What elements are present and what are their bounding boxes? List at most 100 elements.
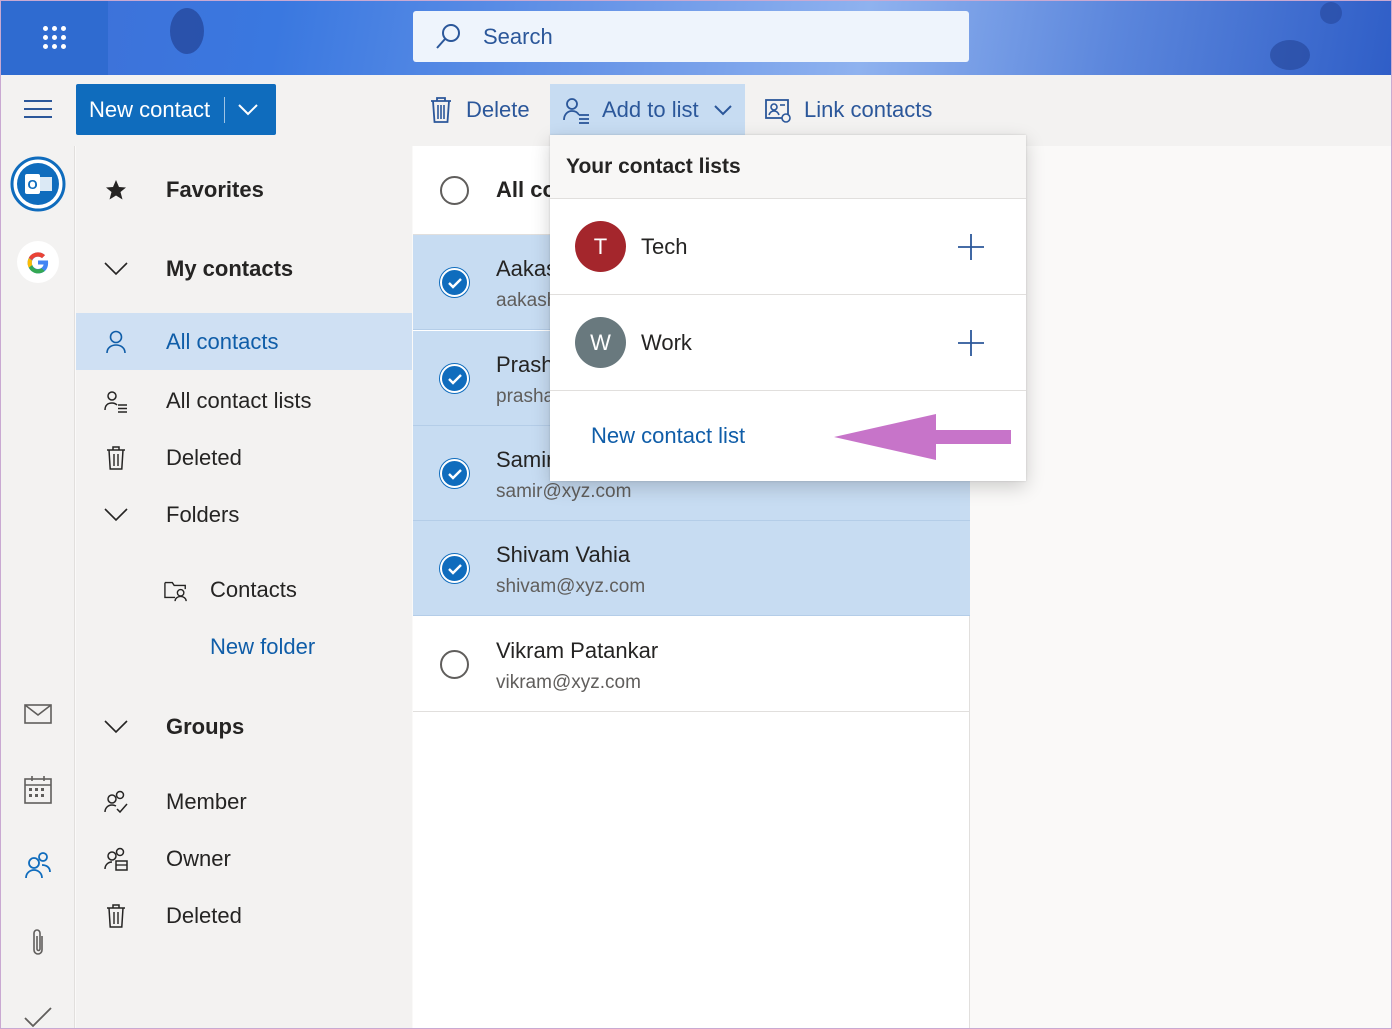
split-divider xyxy=(224,96,226,123)
calendar-icon xyxy=(23,776,52,804)
todo-module-button[interactable] xyxy=(0,1004,75,1028)
list-header-title: All co xyxy=(496,177,556,202)
contacts-folder-icon xyxy=(164,578,188,602)
nav-new-folder[interactable]: New folder xyxy=(76,618,412,675)
waffle-icon xyxy=(42,26,66,49)
plus-icon[interactable] xyxy=(957,329,985,357)
contact-email: shivam@xyz.com xyxy=(496,576,646,597)
add-to-list-button[interactable]: Add to list xyxy=(550,84,745,135)
trash-icon xyxy=(431,96,451,123)
contact-name: Samir xyxy=(496,447,554,472)
nav-all-contacts[interactable]: All contacts xyxy=(76,313,412,370)
nav-member-label: Member xyxy=(166,788,247,814)
files-module-button[interactable] xyxy=(0,928,75,958)
search-box[interactable]: Search xyxy=(413,11,969,62)
contact-list-icon xyxy=(563,97,589,124)
select-all-checkbox[interactable] xyxy=(440,176,469,205)
app-launcher-button[interactable] xyxy=(0,0,108,75)
navigation-pane: Favorites My contacts All contacts All c… xyxy=(76,146,412,1029)
outlook-icon: O xyxy=(10,156,65,212)
nav-deleted[interactable]: Deleted xyxy=(76,429,412,486)
nav-groups-deleted[interactable]: Deleted xyxy=(76,887,412,944)
chevron-down-icon xyxy=(104,719,128,734)
contact-row[interactable]: Vikram Patankar vikram@xyz.com xyxy=(413,617,970,712)
app-rail: O xyxy=(0,146,75,1029)
hamburger-menu-icon[interactable] xyxy=(24,100,52,124)
nav-groups-label: Groups xyxy=(166,713,245,739)
nav-all-contact-lists-label: All contact lists xyxy=(166,387,312,413)
row-checkbox[interactable] xyxy=(440,650,469,679)
contact-list-name: Tech xyxy=(641,233,688,259)
search-placeholder: Search xyxy=(483,23,553,49)
chevron-down-icon xyxy=(104,507,128,522)
nav-my-contacts-label: My contacts xyxy=(166,255,294,281)
nav-owner-label: Owner xyxy=(166,845,231,871)
mail-icon xyxy=(23,704,52,724)
nav-favorites[interactable]: Favorites xyxy=(76,161,412,218)
nav-deleted-label: Deleted xyxy=(166,444,242,470)
outlook-app-button[interactable]: O xyxy=(0,156,75,212)
nav-member[interactable]: Member xyxy=(76,773,412,830)
annotation-arrow-icon xyxy=(834,414,1011,460)
svg-text:O: O xyxy=(27,177,37,192)
nav-groups-deleted-label: Deleted xyxy=(166,902,242,928)
delete-label: Delete xyxy=(466,96,530,122)
add-to-list-label: Add to list xyxy=(602,96,699,122)
person-icon xyxy=(104,330,128,354)
checkmark-icon[interactable] xyxy=(440,554,469,583)
link-contacts-button[interactable]: Link contacts xyxy=(764,84,932,135)
nav-groups[interactable]: Groups xyxy=(76,698,412,755)
google-app-button[interactable] xyxy=(0,240,75,284)
owner-icon xyxy=(104,847,128,871)
nav-favorites-label: Favorites xyxy=(166,176,264,202)
checkmark-icon[interactable] xyxy=(440,268,469,297)
checkmark-icon[interactable] xyxy=(440,459,469,488)
contact-list-icon xyxy=(104,389,128,413)
dropdown-title: Your contact lists xyxy=(566,154,741,178)
avatar: W xyxy=(575,317,626,368)
chevron-down-icon xyxy=(104,261,128,276)
new-contact-list-label: New contact list xyxy=(591,423,746,448)
people-module-button[interactable] xyxy=(0,851,75,879)
nav-folders-label: Folders xyxy=(166,501,240,527)
contact-list-item-work[interactable]: W Work xyxy=(550,295,1026,391)
contact-name: Prash xyxy=(496,352,554,377)
calendar-module-button[interactable] xyxy=(0,776,75,804)
member-icon xyxy=(104,790,128,814)
header-decoration xyxy=(170,8,204,54)
trash-icon xyxy=(104,903,128,928)
nav-all-contact-lists[interactable]: All contact lists xyxy=(76,372,412,429)
nav-my-contacts[interactable]: My contacts xyxy=(76,240,412,297)
plus-icon[interactable] xyxy=(957,233,985,261)
avatar: T xyxy=(575,221,626,272)
nav-contacts-folder[interactable]: Contacts xyxy=(76,561,412,618)
nav-folders[interactable]: Folders xyxy=(76,486,412,543)
contact-row[interactable]: Shivam Vahia shivam@xyz.com xyxy=(413,521,970,616)
link-contacts-icon xyxy=(765,98,791,123)
chevron-down-icon[interactable] xyxy=(237,103,259,117)
search-icon xyxy=(436,23,460,49)
contact-email: prasha xyxy=(496,386,555,407)
checkmark-icon[interactable] xyxy=(440,364,469,393)
header-decoration xyxy=(1320,2,1342,24)
header-decoration xyxy=(1270,40,1310,70)
contact-name: Aakas xyxy=(496,256,558,281)
nav-new-folder-label: New folder xyxy=(210,633,316,659)
attachment-icon xyxy=(32,929,43,955)
delete-button[interactable]: Delete xyxy=(428,84,530,135)
nav-contacts-folder-label: Contacts xyxy=(210,576,297,602)
mail-module-button[interactable] xyxy=(0,704,75,724)
contact-name: Shivam Vahia xyxy=(496,542,631,567)
trash-icon xyxy=(104,445,128,470)
nav-owner[interactable]: Owner xyxy=(76,830,412,887)
contact-list-item-tech[interactable]: T Tech xyxy=(550,199,1026,295)
contact-name: Vikram Patankar xyxy=(496,638,659,663)
todo-icon xyxy=(23,1007,52,1028)
contact-email: samir@xyz.com xyxy=(496,481,632,502)
contact-list-name: Work xyxy=(641,329,692,355)
nav-all-contacts-label: All contacts xyxy=(166,328,279,354)
new-contact-button[interactable]: New contact xyxy=(76,84,276,135)
new-contact-label: New contact xyxy=(89,96,211,122)
link-contacts-label: Link contacts xyxy=(804,96,933,122)
top-header-bar: Search xyxy=(0,0,1392,75)
